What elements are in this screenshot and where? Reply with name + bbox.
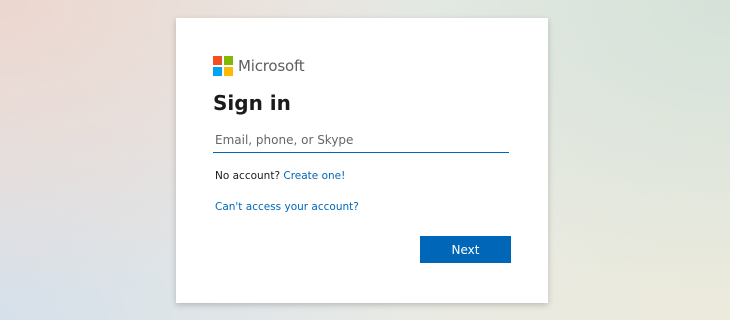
page-title: Sign in xyxy=(213,91,291,115)
sign-in-card: Microsoft Sign in No account? Create one… xyxy=(176,18,548,303)
logo-wordmark: Microsoft xyxy=(238,57,305,75)
no-account-label: No account? xyxy=(215,170,284,182)
cant-access-link[interactable]: Can't access your account? xyxy=(215,201,359,213)
microsoft-logo-icon xyxy=(213,56,233,76)
create-account-link[interactable]: Create one! xyxy=(283,170,345,182)
email-field[interactable] xyxy=(213,127,509,153)
no-account-row: No account? Create one! xyxy=(215,169,345,183)
cant-access-row: Can't access your account? xyxy=(215,200,359,214)
next-button[interactable]: Next xyxy=(420,236,511,263)
microsoft-logo: Microsoft xyxy=(213,56,305,76)
